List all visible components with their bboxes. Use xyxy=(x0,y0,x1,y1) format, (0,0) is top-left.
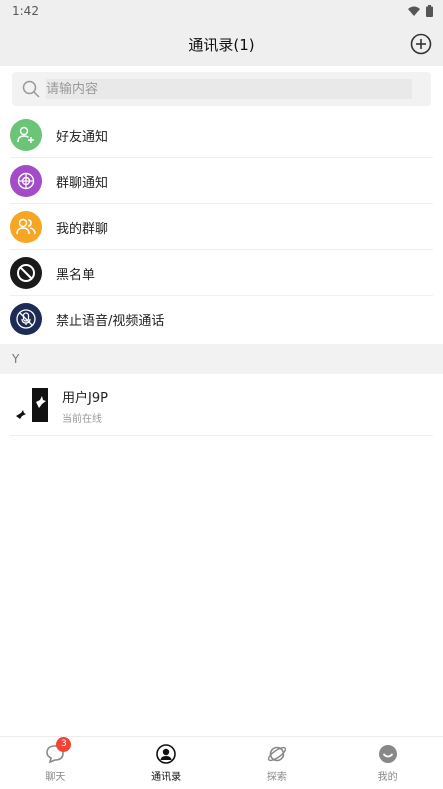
nav-tab-profile[interactable]: 我的 xyxy=(332,737,443,789)
menu-item-label: 群聊通知 xyxy=(56,175,109,191)
contacts-icon xyxy=(155,743,177,765)
mute-mic-icon xyxy=(10,303,42,335)
menu-item-group-notice[interactable]: 群聊通知 xyxy=(0,158,443,204)
bird-avatar-icon xyxy=(16,388,48,422)
contact-info: 用户J9P 当前在线 xyxy=(62,387,108,425)
section-letter: Y xyxy=(12,352,20,366)
search-icon xyxy=(22,80,40,98)
contacts-screen: 1:42 通讯录(1) 请输内容 好友通知 群聊通知 我的群聊 黑名单 禁止语音… xyxy=(0,0,443,789)
menu-item-label: 好友通知 xyxy=(56,129,109,145)
section-header: Y xyxy=(0,344,443,374)
search-bar xyxy=(12,72,431,106)
chat-icon: 3 xyxy=(44,737,72,765)
block-icon xyxy=(10,257,42,289)
menu-item-label: 我的群聊 xyxy=(56,221,109,237)
status-bar: 1:42 xyxy=(0,0,443,22)
nav-label: 通讯录 xyxy=(151,772,182,783)
battery-icon xyxy=(426,5,433,17)
wifi-icon xyxy=(408,6,420,16)
unread-badge: 3 xyxy=(56,737,72,752)
nav-tab-explore[interactable]: 探索 xyxy=(222,737,333,789)
add-button[interactable] xyxy=(409,32,433,56)
contact-row[interactable]: 用户J9P 当前在线 xyxy=(0,376,443,436)
top-header: 通讯录(1) xyxy=(0,22,443,66)
nav-tab-contacts[interactable]: 通讯录 xyxy=(111,737,222,789)
search-input[interactable] xyxy=(46,79,412,99)
status-time: 1:42 xyxy=(12,4,39,18)
group-people-icon xyxy=(10,211,42,243)
menu-item-label: 禁止语音/视频通话 xyxy=(56,313,165,329)
bottom-navigation: 3 聊天 通讯录 探索 我的 xyxy=(0,736,443,789)
nav-label: 探索 xyxy=(266,772,287,783)
menu-item-label: 黑名单 xyxy=(56,267,96,283)
profile-smile-icon xyxy=(377,743,399,765)
nav-tab-chat[interactable]: 3 聊天 xyxy=(0,737,111,789)
add-friend-icon xyxy=(10,119,42,151)
menu-item-my-groups[interactable]: 我的群聊 xyxy=(0,204,443,250)
contact-menu: 好友通知 群聊通知 我的群聊 黑名单 禁止语音/视频通话 xyxy=(0,112,443,342)
planet-icon xyxy=(266,743,288,765)
group-target-icon xyxy=(10,165,42,197)
plus-circle-icon xyxy=(410,33,432,55)
menu-item-disable-calls[interactable]: 禁止语音/视频通话 xyxy=(0,296,443,342)
avatar xyxy=(12,386,52,426)
nav-label: 聊天 xyxy=(45,772,66,783)
menu-item-blacklist[interactable]: 黑名单 xyxy=(0,250,443,296)
search-box xyxy=(12,72,431,106)
contact-status: 当前在线 xyxy=(62,414,102,425)
status-icons xyxy=(408,5,433,17)
menu-item-friend-notice[interactable]: 好友通知 xyxy=(0,112,443,158)
contact-name: 用户J9P xyxy=(62,391,108,406)
page-title: 通讯录(1) xyxy=(188,35,255,54)
nav-label: 我的 xyxy=(377,772,398,783)
